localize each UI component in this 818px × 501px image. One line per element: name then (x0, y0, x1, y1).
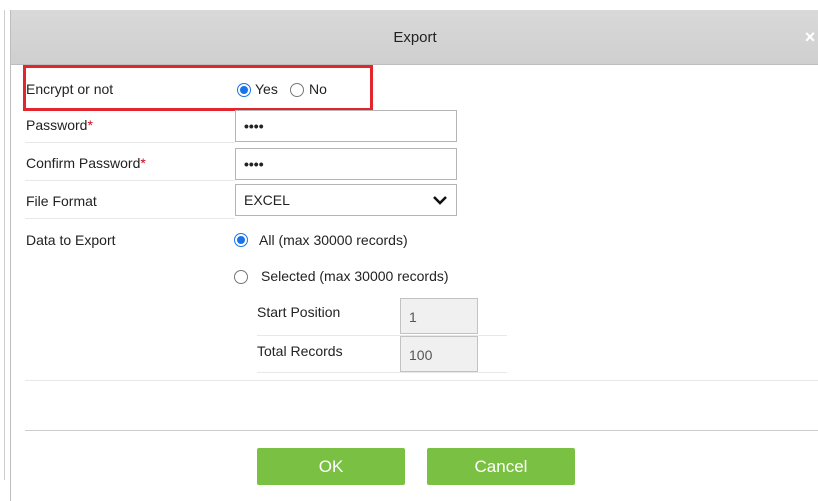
encrypt-yes-label[interactable]: Yes (255, 80, 278, 98)
password-label: Password* (26, 116, 93, 134)
confirm-password-required-mark: * (140, 155, 146, 171)
export-dialog: Export × Encrypt or not Yes No Password*… (10, 10, 818, 501)
data-to-export-label: Data to Export (26, 232, 116, 248)
encrypt-no-label[interactable]: No (309, 80, 327, 98)
file-format-label: File Format (26, 193, 97, 209)
file-format-value: EXCEL (244, 192, 290, 208)
dialog-titlebar: Export × (11, 10, 818, 65)
chevron-down-icon (433, 196, 447, 205)
password-required-mark: * (87, 117, 93, 133)
total-records-label: Total Records (257, 343, 343, 359)
export-selected-radio[interactable] (234, 270, 248, 284)
file-format-row-divider (25, 218, 235, 219)
password-row-divider (25, 142, 235, 143)
export-all-label[interactable]: All (max 30000 records) (259, 231, 408, 249)
background-window-edge (4, 10, 5, 480)
confirm-password-label-text: Confirm Password (26, 155, 141, 171)
file-format-select[interactable]: EXCEL (235, 184, 457, 216)
export-all-radio[interactable] (234, 233, 248, 247)
dialog-title: Export (393, 29, 437, 46)
start-position-input[interactable]: 1 (400, 298, 478, 334)
encrypt-yes-radio[interactable] (237, 83, 251, 97)
confirm-password-row-divider (25, 180, 235, 181)
confirm-password-input[interactable]: •••• (235, 148, 457, 180)
cancel-button[interactable]: Cancel (427, 448, 575, 485)
close-icon[interactable]: × (801, 28, 818, 46)
password-label-text: Password (26, 117, 88, 133)
password-input[interactable]: •••• (235, 110, 457, 142)
encrypt-no-radio[interactable] (290, 83, 304, 97)
total-records-row-divider (257, 372, 507, 373)
export-selected-label[interactable]: Selected (max 30000 records) (261, 267, 449, 285)
ok-button[interactable]: OK (257, 448, 405, 485)
encrypt-label: Encrypt or not (26, 81, 114, 97)
total-records-input[interactable]: 100 (400, 336, 478, 372)
start-position-label: Start Position (257, 304, 341, 320)
confirm-password-label: Confirm Password* (26, 154, 146, 172)
form-bottom-divider (25, 380, 818, 381)
footer-divider (25, 430, 818, 431)
